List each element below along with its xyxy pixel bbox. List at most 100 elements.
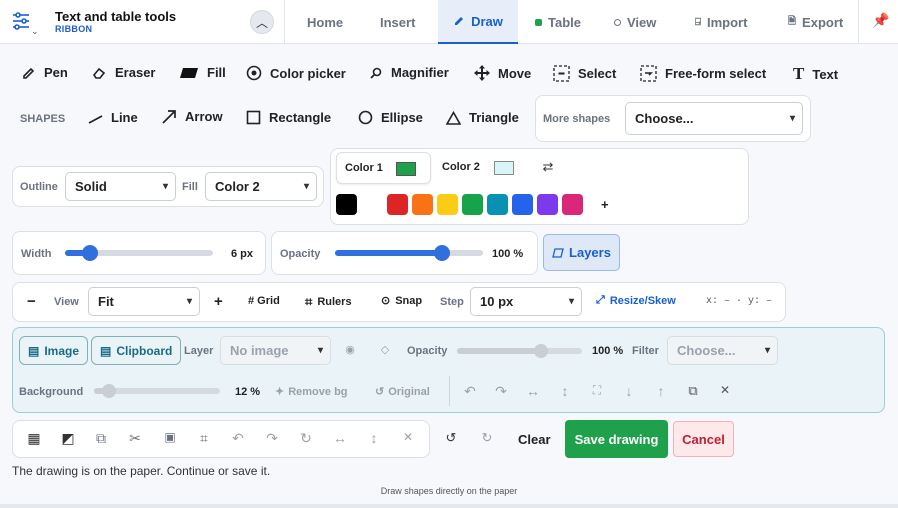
grid-icon[interactable]: ▦ (25, 430, 43, 447)
fit-frame-icon[interactable]: ⛶ (588, 383, 606, 398)
triangle-shape[interactable]: Triangle (446, 110, 519, 125)
palette-swatch[interactable] (512, 194, 533, 215)
tab-table[interactable]: Table (535, 0, 581, 44)
outline-select[interactable]: Solid ▾ (65, 172, 176, 201)
image-opacity-slider[interactable] (457, 344, 582, 358)
collapse-ribbon-button[interactable]: ︿ (250, 10, 274, 34)
palette-swatch[interactable] (336, 194, 357, 215)
step-select[interactable]: 10 px ▾ (470, 287, 582, 316)
opacity-slider[interactable] (335, 245, 483, 261)
snap-toggle[interactable]: ⊙ Snap (381, 294, 423, 308)
eraser-tool[interactable]: Eraser (92, 65, 155, 80)
remove-bg-button[interactable]: ✦ Remove bg (275, 385, 348, 399)
arrow-up-icon[interactable]: ↑ (652, 383, 670, 399)
divider (449, 376, 450, 406)
color2-button[interactable]: Color 2 (436, 152, 526, 184)
tab-insert[interactable]: Insert (380, 0, 415, 44)
rotate-icon[interactable]: ↻ (297, 430, 315, 447)
slider-knob[interactable] (82, 245, 98, 261)
clipboard-button[interactable]: ▤ Clipboard (91, 336, 182, 365)
close-icon[interactable]: ✕ (399, 430, 417, 444)
width-slider[interactable] (65, 245, 213, 261)
zoom-out-button[interactable]: − (27, 293, 36, 310)
redo-button[interactable]: ↻ (478, 430, 496, 446)
tab-home[interactable]: Home (307, 0, 343, 44)
undo-button[interactable]: ↺ (442, 430, 460, 446)
close-icon[interactable]: ✕ (716, 383, 734, 397)
cancel-button[interactable]: Cancel (673, 421, 734, 457)
palette-swatch[interactable] (537, 194, 558, 215)
redo-icon[interactable]: ↷ (263, 430, 281, 447)
import-icon: ⍈ (695, 16, 701, 28)
ellipse-shape[interactable]: Ellipse (358, 110, 423, 125)
tab-draw[interactable]: Draw (438, 0, 518, 44)
tab-view[interactable]: View (614, 0, 656, 44)
scissors-icon[interactable]: ✂ (126, 430, 144, 447)
contrast-icon[interactable]: ◩ (59, 430, 77, 447)
rotate-left-icon[interactable]: ↶ (461, 383, 479, 400)
palette-swatch[interactable] (562, 194, 583, 215)
grid-toggle[interactable]: # Grid (248, 295, 280, 307)
flip-vertical-icon[interactable]: ↕ (556, 383, 574, 399)
background-slider[interactable] (94, 384, 220, 398)
rectangle-shape[interactable]: Rectangle (246, 110, 331, 125)
magnifier-tool[interactable]: Magnifier (369, 65, 449, 80)
arrow-down-icon[interactable]: ↓ (620, 383, 638, 399)
diamond-icon[interactable]: ◇ (376, 343, 394, 356)
undo-icon[interactable]: ↶ (229, 430, 247, 447)
pin-icon[interactable]: 📌 (872, 12, 889, 29)
slider-knob[interactable] (534, 344, 548, 358)
fill-select[interactable]: Color 2 ▾ (205, 172, 317, 201)
add-color-button[interactable]: + (601, 197, 609, 212)
zoom-select[interactable]: Fit ▾ (88, 287, 200, 316)
ribbon-menu-button[interactable]: ⌄ (8, 8, 40, 38)
duplicate-icon[interactable]: ⧉ (684, 383, 702, 399)
image-icon: ▤ (28, 343, 40, 358)
flip-vertical-icon[interactable]: ↕ (365, 430, 383, 446)
filter-select[interactable]: Choose... ▾ (667, 336, 778, 365)
color-picker-tool[interactable]: Color picker (246, 65, 346, 81)
flip-horizontal-icon[interactable]: ↔ (331, 430, 349, 446)
palette-swatch[interactable] (462, 194, 483, 215)
crop-icon[interactable]: ⌗ (195, 430, 213, 447)
select-value: 10 px (480, 294, 514, 309)
freeform-select-tool[interactable]: Free-form select (640, 65, 766, 82)
image-button[interactable]: ▤ Image (19, 336, 89, 365)
move-tool[interactable]: Move (474, 65, 531, 81)
line-shape[interactable]: Line (88, 110, 138, 125)
filter-label: Filter (632, 345, 659, 357)
pen-tool[interactable]: Pen (22, 65, 68, 80)
zoom-in-button[interactable]: + (214, 293, 223, 310)
rulers-toggle[interactable]: ⌗ Rulers (305, 294, 352, 310)
select-tool[interactable]: Select (553, 65, 616, 82)
crop-frame-icon[interactable]: ▣ (161, 430, 179, 444)
palette-swatch[interactable] (412, 194, 433, 215)
slider-knob[interactable] (102, 384, 116, 398)
palette-swatch[interactable] (487, 194, 508, 215)
target-icon (246, 65, 262, 81)
clear-button[interactable]: Clear (518, 432, 551, 447)
toggle-label: Snap (395, 294, 423, 307)
palette-swatch[interactable] (387, 194, 408, 215)
original-button[interactable]: ↺ Original (375, 385, 430, 399)
square-icon (246, 110, 261, 125)
resize-skew-button[interactable]: ⤢ Resize/Skew (596, 294, 676, 307)
text-tool[interactable]: T Text (793, 64, 838, 84)
color1-button[interactable]: Color 1 (336, 152, 431, 184)
tab-export[interactable]: 🗎 Export (788, 0, 843, 44)
palette-swatch[interactable] (437, 194, 458, 215)
layers-button[interactable]: Layers (543, 234, 620, 271)
duplicate-icon[interactable]: ⧉ (92, 430, 110, 447)
layer-select[interactable]: No image ▾ (220, 336, 331, 365)
more-shapes-select[interactable]: Choose... ▾ (625, 102, 803, 135)
tab-import[interactable]: ⍈ Import (695, 0, 747, 44)
flip-horizontal-icon[interactable]: ↔ (524, 383, 542, 399)
visibility-icon[interactable]: ◉ (341, 343, 359, 356)
save-drawing-button[interactable]: Save drawing (565, 420, 668, 458)
slider-knob[interactable] (434, 245, 450, 261)
lasso-icon (640, 65, 657, 82)
swap-colors-icon[interactable]: ⇄ (539, 159, 557, 175)
fill-tool[interactable]: Fill (179, 65, 226, 80)
rotate-right-icon[interactable]: ↷ (492, 383, 510, 400)
arrow-shape[interactable]: Arrow (162, 109, 223, 124)
